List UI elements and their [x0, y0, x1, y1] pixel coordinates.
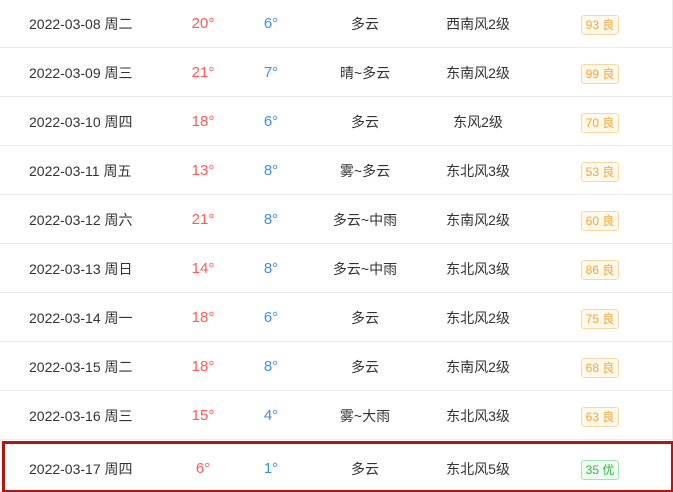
low-temp-cell: 8°: [263, 162, 279, 179]
aqi-badge: 93 良: [580, 15, 620, 36]
condition-cell: 多云: [351, 16, 379, 32]
high-temp-cell: 14°: [191, 260, 215, 277]
aqi-cell: 53 良: [560, 147, 640, 195]
forecast-row: 2022-03-16 周三 15° 4° 雾~大雨 东北风3级 63 良: [0, 392, 673, 440]
aqi-cell: 75 良: [560, 294, 640, 342]
condition-cell: 雾~大雨: [339, 408, 391, 424]
aqi-badge: 70 良: [580, 113, 620, 134]
high-temp-cell: 18°: [191, 358, 215, 375]
high-temp-cell: 21°: [191, 211, 215, 228]
low-temp-cell: 8°: [263, 260, 279, 277]
date-cell: 2022-03-13 周日: [29, 261, 133, 277]
condition-cell: 多云~中雨: [332, 212, 398, 228]
low-temp-cell: 6°: [263, 309, 279, 326]
date-cell: 2022-03-17 周四: [29, 461, 133, 477]
forecast-row-highlighted: 2022-03-17 周四 6° 1° 多云 东北风5级 35 优: [0, 441, 673, 489]
aqi-cell: 86 良: [560, 245, 640, 293]
forecast-row: 2022-03-12 周六 21° 8° 多云~中雨 东南风2级 60 良: [0, 196, 673, 244]
aqi-badge: 35 优: [580, 460, 620, 481]
wind-cell: 东南风2级: [446, 359, 510, 375]
condition-cell: 晴~多云: [339, 65, 391, 81]
aqi-cell: 68 良: [560, 343, 640, 391]
low-temp-cell: 1°: [263, 460, 279, 477]
date-cell: 2022-03-16 周三: [29, 408, 133, 424]
forecast-row: 2022-03-15 周二 18° 8° 多云 东南风2级 68 良: [0, 343, 673, 391]
condition-cell: 雾~多云: [339, 163, 391, 179]
date-cell: 2022-03-10 周四: [29, 114, 133, 130]
high-temp-cell: 15°: [191, 407, 215, 424]
aqi-cell: 93 良: [560, 0, 640, 48]
wind-cell: 东南风2级: [446, 212, 510, 228]
aqi-cell: 35 优: [560, 445, 640, 492]
high-temp-cell: 21°: [191, 64, 215, 81]
aqi-cell: 60 良: [560, 196, 640, 244]
aqi-cell: 99 良: [560, 49, 640, 97]
condition-cell: 多云: [351, 114, 379, 130]
wind-cell: 东北风2级: [446, 310, 510, 326]
forecast-row: 2022-03-08 周二 20° 6° 多云 西南风2级 93 良: [0, 0, 673, 48]
high-temp-cell: 18°: [191, 113, 215, 130]
high-temp-cell: 18°: [191, 309, 215, 326]
aqi-badge: 53 良: [580, 162, 620, 183]
date-cell: 2022-03-12 周六: [29, 212, 133, 228]
date-cell: 2022-03-15 周二: [29, 359, 133, 375]
condition-cell: 多云: [351, 310, 379, 326]
wind-cell: 东南风2级: [446, 65, 510, 81]
condition-cell: 多云: [351, 461, 379, 477]
high-temp-cell: 20°: [191, 15, 215, 32]
low-temp-cell: 8°: [263, 358, 279, 375]
forecast-row: 2022-03-13 周日 14° 8° 多云~中雨 东北风3级 86 良: [0, 245, 673, 293]
high-temp-cell: 13°: [191, 162, 215, 179]
wind-cell: 东北风3级: [446, 261, 510, 277]
low-temp-cell: 8°: [263, 211, 279, 228]
aqi-cell: 70 良: [560, 98, 640, 146]
condition-cell: 多云~中雨: [332, 261, 398, 277]
date-cell: 2022-03-09 周三: [29, 65, 133, 81]
aqi-badge: 68 良: [580, 358, 620, 379]
forecast-row: 2022-03-09 周三 21° 7° 晴~多云 东南风2级 99 良: [0, 49, 673, 97]
aqi-badge: 86 良: [580, 260, 620, 281]
low-temp-cell: 6°: [263, 113, 279, 130]
forecast-row: 2022-03-14 周一 18° 6° 多云 东北风2级 75 良: [0, 294, 673, 342]
aqi-badge: 99 良: [580, 64, 620, 85]
date-cell: 2022-03-08 周二: [29, 16, 133, 32]
low-temp-cell: 4°: [263, 407, 279, 424]
aqi-badge: 60 良: [580, 211, 620, 232]
forecast-row: 2022-03-10 周四 18° 6° 多云 东风2级 70 良: [0, 98, 673, 146]
low-temp-cell: 7°: [263, 64, 279, 81]
date-cell: 2022-03-11 周五: [29, 163, 132, 179]
date-cell: 2022-03-14 周一: [29, 310, 133, 326]
high-temp-cell: 6°: [195, 460, 211, 477]
low-temp-cell: 6°: [263, 15, 279, 32]
wind-cell: 东风2级: [453, 114, 503, 130]
forecast-row: 2022-03-11 周五 13° 8° 雾~多云 东北风3级 53 良: [0, 147, 673, 195]
condition-cell: 多云: [351, 359, 379, 375]
aqi-cell: 63 良: [560, 392, 640, 440]
aqi-badge: 75 良: [580, 309, 620, 330]
weather-forecast-table: 2022-03-08 周二 20° 6° 多云 西南风2级 93 良 2022-…: [0, 0, 673, 492]
wind-cell: 东北风3级: [446, 408, 510, 424]
wind-cell: 西南风2级: [446, 16, 510, 32]
aqi-badge: 63 良: [580, 407, 620, 428]
wind-cell: 东北风3级: [446, 163, 510, 179]
wind-cell: 东北风5级: [446, 461, 510, 477]
